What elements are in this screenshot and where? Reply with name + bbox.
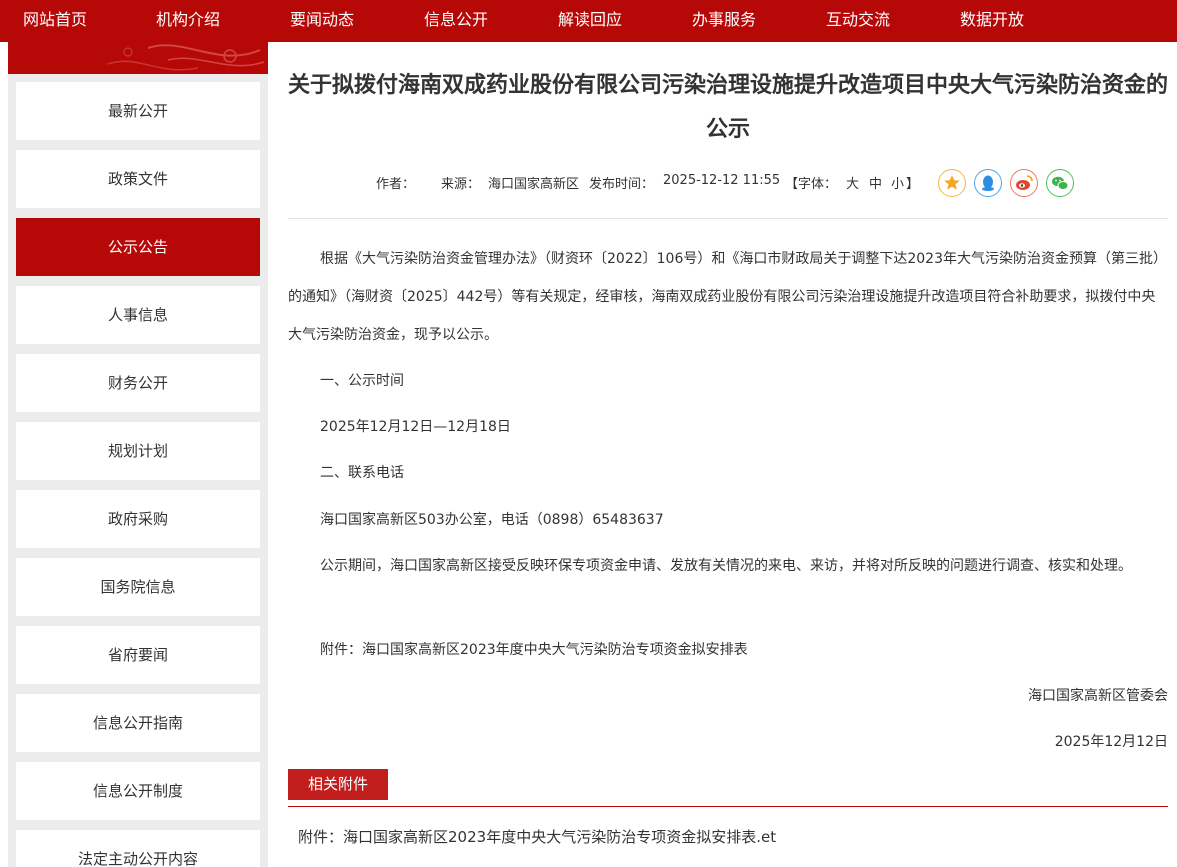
publish-label: 发布时间： (589, 177, 655, 192)
qq-icon[interactable] (974, 169, 1002, 197)
font-small-link[interactable]: 小 (891, 173, 904, 192)
sidebar: 最新公开 政策文件 公示公告 人事信息 财务公开 规划计划 政府采购 国务院信息… (8, 42, 268, 867)
sidebar-item-guide[interactable]: 信息公开指南 (16, 694, 260, 752)
top-nav: 网站首页 机构介绍 要闻动态 信息公开 解读回应 办事服务 互动交流 数据开放 (0, 0, 1177, 42)
sidebar-item-planning[interactable]: 规划计划 (16, 422, 260, 480)
attachment-link[interactable]: 海口国家高新区2023年度中央大气污染防治专项资金拟安排表.et (343, 828, 776, 846)
font-size-close: 】 (906, 177, 920, 192)
article-title: 关于拟拨付海南双成药业股份有限公司污染治理设施提升改造项目中央大气污染防治资金的… (288, 73, 1169, 142)
paragraph-intro: 根据《大气污染防治资金管理办法》（财资环〔2022〕106号）和《海口市财政局关… (288, 251, 1167, 343)
publish-time: 2025-12-12 11:55 (663, 173, 781, 188)
nav-services[interactable]: 办事服务 (692, 0, 756, 42)
nav-info-open[interactable]: 信息公开 (424, 0, 488, 42)
sidebar-item-announcements[interactable]: 公示公告 (16, 218, 260, 276)
nav-news[interactable]: 要闻动态 (290, 0, 354, 42)
attachment-prefix: 附件： (298, 828, 344, 846)
author-label: 作者： (376, 177, 416, 192)
sidebar-item-procurement[interactable]: 政府采购 (16, 490, 260, 548)
sidebar-item-policy[interactable]: 政策文件 (16, 150, 260, 208)
sidebar-item-system[interactable]: 信息公开制度 (16, 762, 260, 820)
paragraph-attachment: 附件：海口国家高新区2023年度中央大气污染防治专项资金拟安排表 (320, 642, 748, 658)
font-size-label: 【字体： (785, 177, 838, 192)
title-divider (288, 218, 1168, 219)
attachment-item: 附件：海口国家高新区2023年度中央大气污染防治专项资金拟安排表.et (298, 826, 776, 847)
nav-home[interactable]: 网站首页 (23, 0, 87, 42)
attachments-tab[interactable]: 相关附件 (288, 769, 388, 800)
sidebar-item-personnel[interactable]: 人事信息 (16, 286, 260, 344)
attachments-divider (288, 806, 1168, 807)
source-value: 海口国家高新区 (488, 177, 580, 192)
decorative-cloud-pattern (107, 44, 265, 71)
nav-open-data[interactable]: 数据开放 (960, 0, 1024, 42)
font-large-link[interactable]: 大 (846, 173, 859, 192)
sidebar-banner (8, 42, 268, 74)
sidebar-item-finance[interactable]: 财务公开 (16, 354, 260, 412)
paragraph-contact: 海口国家高新区503办公室，电话（0898）65483637 (320, 512, 664, 528)
font-medium-link[interactable]: 中 (869, 173, 882, 192)
sidebar-item-latest[interactable]: 最新公开 (16, 82, 260, 140)
nav-interaction[interactable]: 互动交流 (826, 0, 890, 42)
nav-interpret[interactable]: 解读回应 (558, 0, 622, 42)
heading-contact: 二、联系电话 (320, 465, 404, 481)
article-meta: 作者： 来源： 海口国家高新区 发布时间： 2025-12-12 11:55 【… (288, 169, 1168, 197)
signature-date: 2025年12月12日 (1054, 734, 1168, 750)
sidebar-item-statutory[interactable]: 法定主动公开内容 (16, 830, 260, 867)
heading-time: 一、公示时间 (320, 373, 404, 389)
sidebar-item-state-council[interactable]: 国务院信息 (16, 558, 260, 616)
weibo-icon[interactable] (1010, 169, 1038, 197)
signature: 海口国家高新区管委会 (1028, 688, 1168, 704)
paragraph-time: 2025年12月12日—12月18日 (320, 419, 511, 435)
sidebar-item-province-news[interactable]: 省府要闻 (16, 626, 260, 684)
paragraph-feedback: 公示期间，海口国家高新区接受反映环保专项资金申请、发放有关情况的来电、来访，并将… (320, 558, 1132, 574)
favorite-icon[interactable] (938, 169, 966, 197)
source-label: 来源： (441, 177, 481, 192)
wechat-icon[interactable] (1046, 169, 1074, 197)
nav-about[interactable]: 机构介绍 (156, 0, 220, 42)
